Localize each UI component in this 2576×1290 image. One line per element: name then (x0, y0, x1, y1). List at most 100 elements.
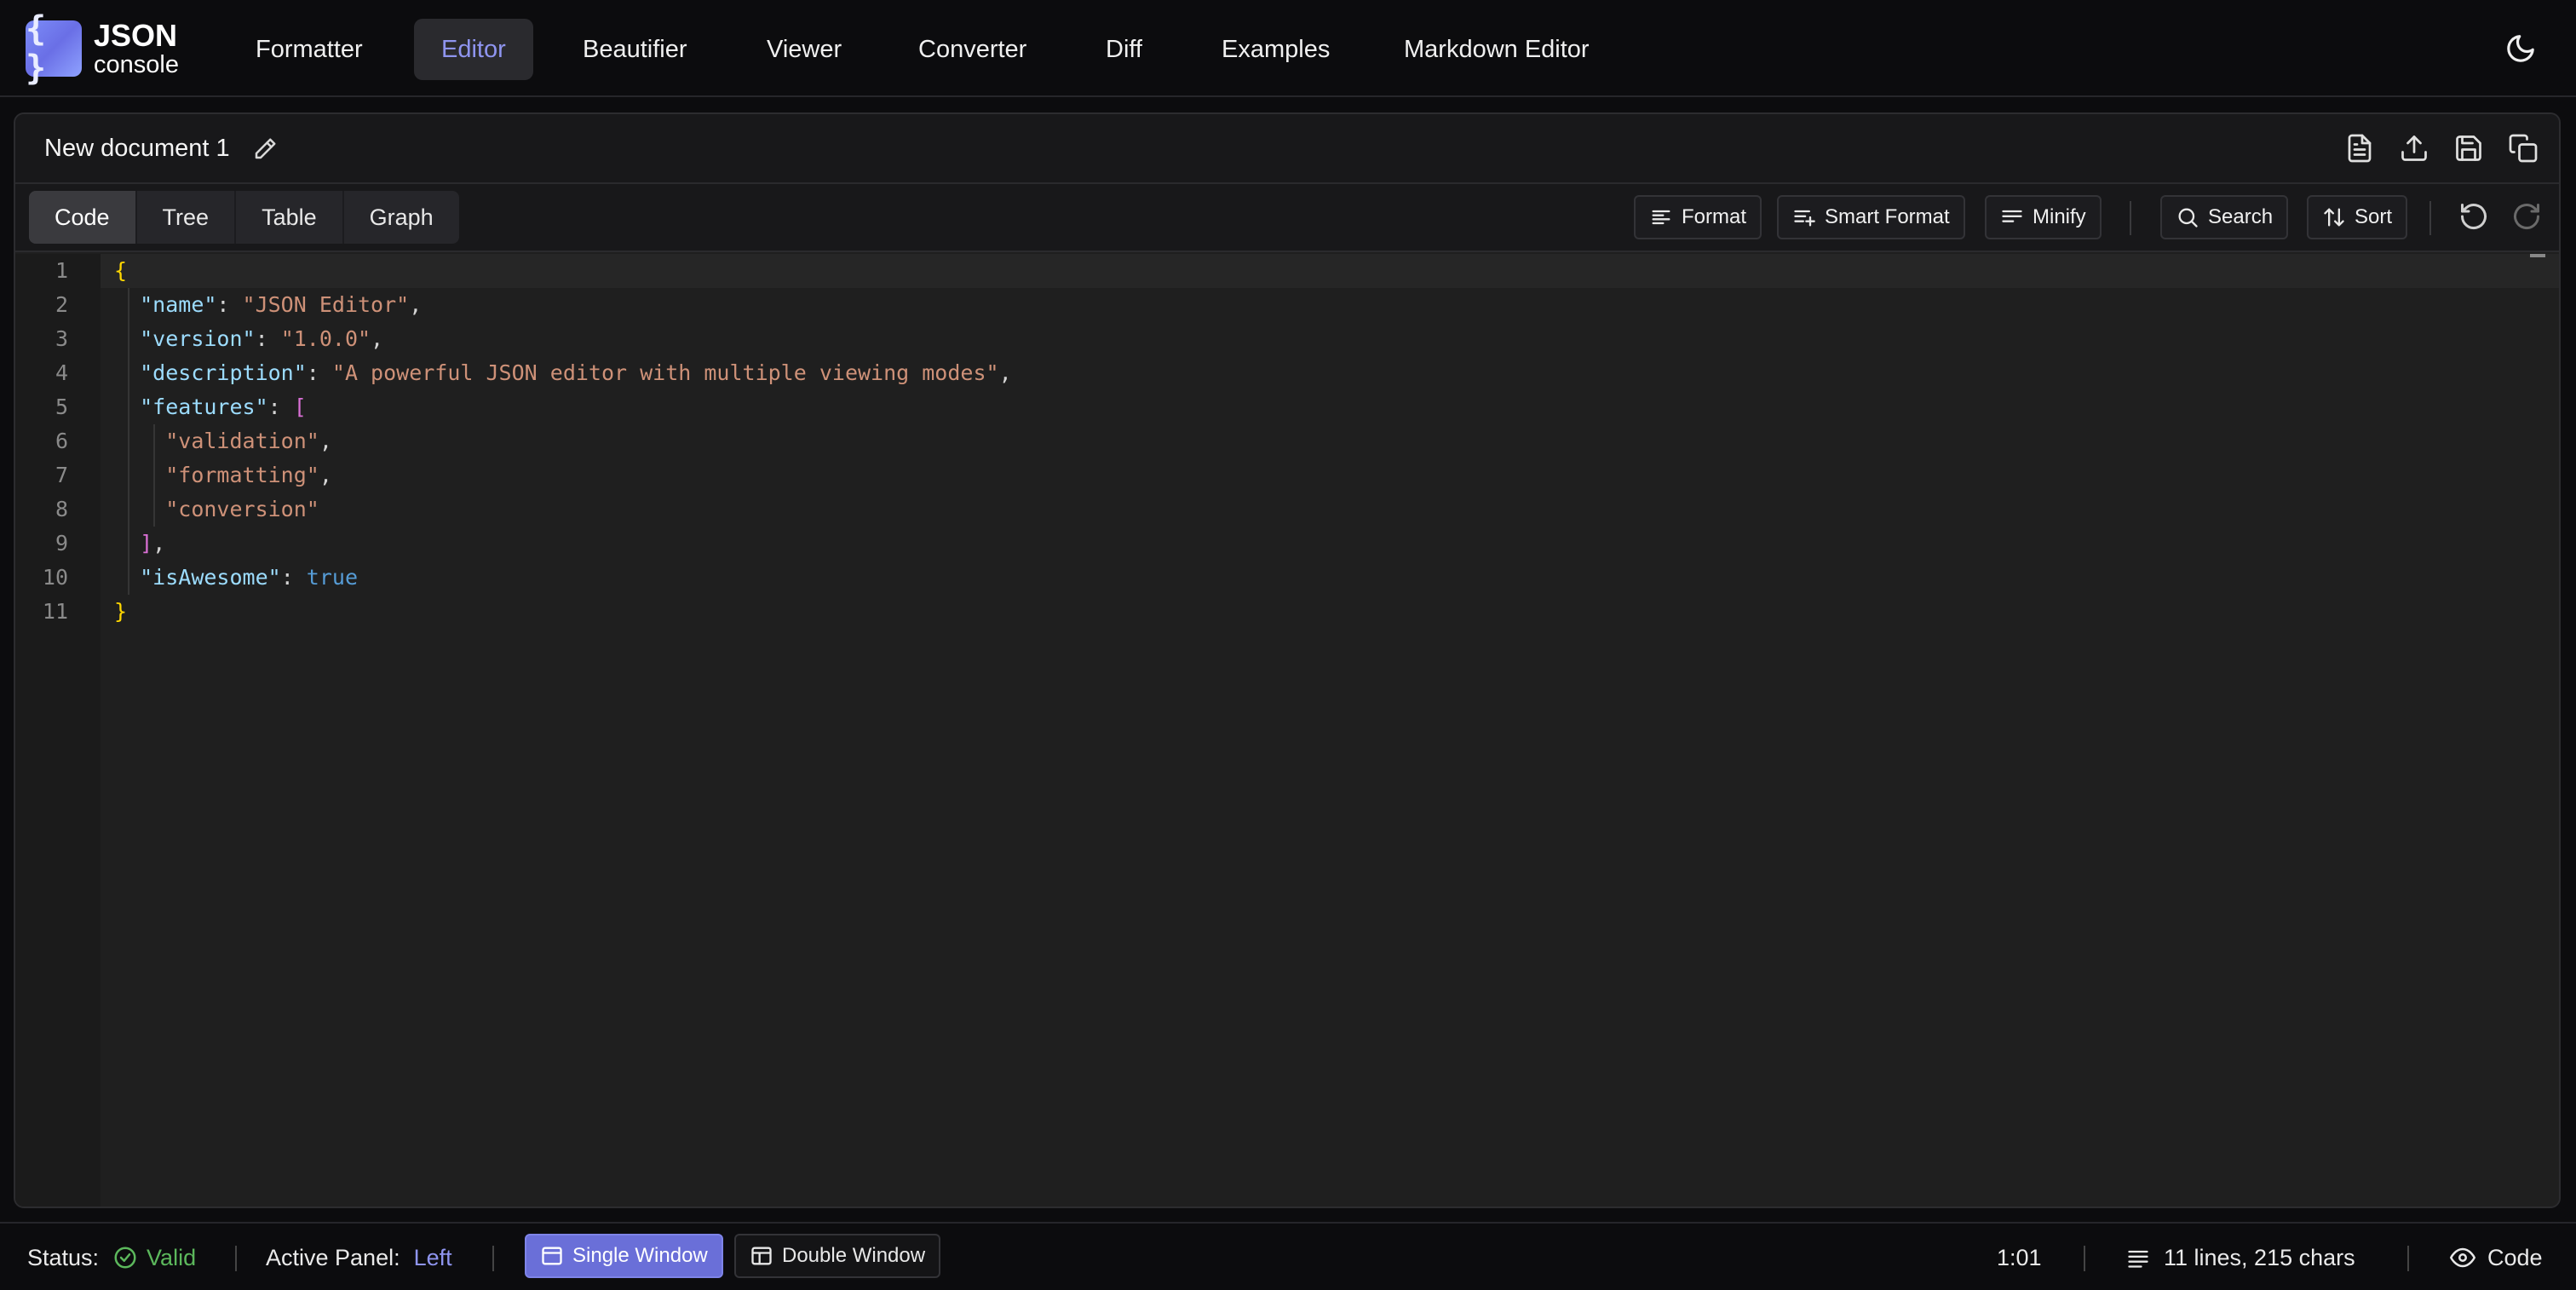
single-window-button[interactable]: Single Window (525, 1234, 723, 1278)
code-line[interactable]: ], (114, 527, 2559, 561)
cursor-position: 1:01 (1997, 1244, 2042, 1270)
code-token: "A powerful JSON editor with multiple vi… (331, 360, 999, 385)
search-button[interactable]: Search (2160, 195, 2289, 239)
format-button-label: Format (1682, 205, 1747, 228)
save-icon[interactable] (2453, 133, 2484, 164)
line-numbers: 1 2 3 4 5 6 7 8 9 10 11 (15, 254, 68, 629)
document-title: New document 1 (44, 135, 230, 162)
line-number: 1 (55, 258, 68, 283)
minify-button-label: Minify (2033, 205, 2086, 228)
code-token: "isAwesome" (140, 565, 281, 590)
tab-tree[interactable]: Tree (137, 191, 237, 244)
search-button-label: Search (2208, 205, 2274, 228)
nav-beautifier[interactable]: Beautifier (555, 19, 715, 80)
double-window-label: Double Window (782, 1244, 926, 1267)
nav-editor[interactable]: Editor (414, 19, 533, 80)
line-number: 2 (55, 292, 68, 317)
nav-diff[interactable]: Diff (1078, 19, 1170, 80)
code-line[interactable]: "conversion" (114, 492, 2559, 527)
sort-icon (2324, 208, 2344, 227)
code-token: , (319, 429, 332, 453)
code-token: "name" (140, 292, 217, 317)
code-editor[interactable]: 1 2 3 4 5 6 7 8 9 10 11 { "name": "JSON Editor", "… (15, 254, 2559, 1206)
nav-markdown-editor[interactable]: Markdown Editor (1377, 19, 1617, 80)
line-number: 4 (55, 360, 68, 385)
code-token: ] (140, 531, 153, 556)
smart-format-button-label: Smart Format (1825, 205, 1950, 228)
status-indicator: Status: Valid (27, 1224, 196, 1290)
upload-icon[interactable] (2399, 133, 2429, 164)
undo-icon[interactable] (2458, 201, 2489, 232)
code-token: , (319, 463, 332, 487)
minify-icon (2002, 210, 2022, 222)
moon-icon[interactable] (2504, 32, 2537, 65)
nav-viewer[interactable]: Viewer (739, 19, 869, 80)
code-line[interactable]: "description": "A powerful JSON editor w… (114, 356, 2559, 390)
redo-icon[interactable] (2511, 201, 2542, 232)
status-divider (2084, 1246, 2085, 1271)
code-token: "validation" (165, 429, 319, 453)
toolbar-divider (2429, 201, 2431, 235)
code-token: "formatting" (165, 463, 319, 487)
line-number: 7 (55, 463, 68, 487)
code-line[interactable]: "isAwesome": true (114, 561, 2559, 595)
line-number: 8 (55, 497, 68, 521)
tab-table[interactable]: Table (236, 191, 344, 244)
sort-button[interactable]: Sort (2307, 195, 2408, 239)
line-number: 6 (55, 429, 68, 453)
line-number: 3 (55, 326, 68, 351)
minify-button[interactable]: Minify (1985, 195, 2102, 239)
double-window-button[interactable]: Double Window (734, 1234, 941, 1278)
code-token: "description" (140, 360, 307, 385)
window-icon (542, 1247, 562, 1265)
document-stats: 11 lines, 215 chars (2126, 1224, 2355, 1290)
code-token: true (306, 565, 359, 590)
code-line[interactable]: "formatting", (114, 458, 2559, 492)
code-token: "1.0.0" (280, 326, 371, 351)
active-panel-indicator: Active Panel: Left (266, 1224, 452, 1290)
document-header: New document 1 (15, 114, 2559, 184)
code-content[interactable]: { "name": "JSON Editor", "version": "1.0… (101, 254, 2559, 629)
code-line[interactable]: { (101, 254, 2559, 288)
line-number: 5 (55, 394, 68, 419)
nav-formatter[interactable]: Formatter (228, 19, 390, 80)
code-line[interactable]: "features": [ (114, 390, 2559, 424)
code-token: { (114, 258, 128, 283)
code-line[interactable]: } (114, 595, 2559, 629)
logo[interactable]: { } JSON console (26, 9, 179, 88)
top-navigation: { } JSON console Formatter Editor Beauti… (0, 0, 2576, 97)
nav-converter[interactable]: Converter (891, 19, 1054, 80)
code-token: : (306, 360, 332, 385)
smart-format-button[interactable]: Smart Format (1777, 195, 1965, 239)
code-token: , (409, 292, 423, 317)
file-icon[interactable] (2344, 133, 2375, 164)
nav-examples[interactable]: Examples (1194, 19, 1357, 80)
code-line[interactable]: "version": "1.0.0", (114, 322, 2559, 356)
code-line[interactable]: "name": "JSON Editor", (114, 288, 2559, 322)
code-token: } (114, 599, 128, 624)
tab-code[interactable]: Code (29, 191, 137, 244)
status-bar: Status: Valid Active Panel: Left Single … (0, 1222, 2576, 1290)
line-number: 11 (42, 599, 68, 624)
status-divider (2407, 1246, 2409, 1271)
single-window-label: Single Window (572, 1244, 708, 1267)
view-mode-label: Code (2487, 1244, 2543, 1270)
status-label: Status: (27, 1244, 100, 1270)
pencil-icon[interactable] (252, 136, 278, 162)
code-token: , (371, 326, 384, 351)
view-mode-indicator[interactable]: Code (2450, 1224, 2543, 1290)
tab-graph[interactable]: Graph (344, 191, 459, 244)
code-token: "JSON Editor" (242, 292, 410, 317)
code-token: "conversion" (165, 497, 319, 521)
format-button[interactable]: Format (1634, 195, 1762, 239)
logo-title: JSON (94, 17, 178, 53)
scrollbar-marker[interactable] (2530, 254, 2545, 257)
active-panel-value: Left (413, 1244, 452, 1270)
status-divider (492, 1246, 494, 1271)
copy-icon[interactable] (2508, 133, 2539, 164)
code-line[interactable]: "validation", (114, 424, 2559, 458)
code-token: : (280, 565, 307, 590)
